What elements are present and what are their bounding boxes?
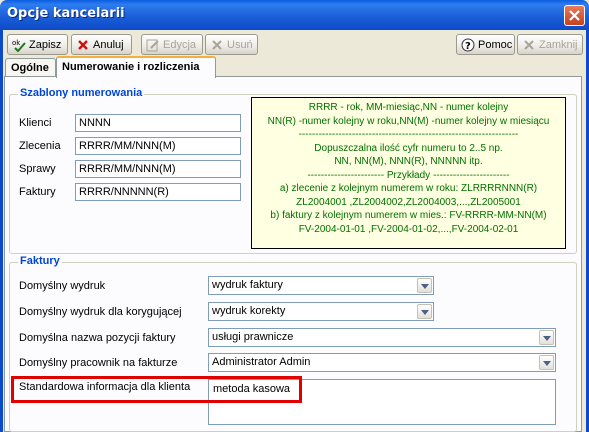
close-button[interactable]: Zamknij	[517, 34, 583, 55]
invoices-template-input[interactable]: RRRR/NNNNN(R)	[75, 183, 241, 201]
help-label: Pomoc	[478, 38, 513, 51]
delete-label: Usuń	[227, 38, 253, 51]
dropdown-button[interactable]	[417, 278, 432, 293]
default-print-select[interactable]: wydruk faktury	[208, 276, 434, 295]
cases-label: Sprawy	[19, 163, 56, 175]
employee-value: Administrator Admin	[212, 356, 311, 368]
chevron-down-icon	[421, 310, 429, 315]
help-line: ----------------------- Przykłady ------…	[307, 169, 510, 181]
window-title: Opcje kancelarii	[7, 6, 125, 21]
invoices-group-title: Faktury	[18, 255, 62, 267]
close-icon	[522, 38, 536, 52]
orders-template-input[interactable]: RRRR/MM/NNN(M)	[75, 137, 241, 155]
corrective-print-select[interactable]: wydruk korekty	[208, 302, 434, 321]
help-line: a) zlecenie z kolejnym numerem w roku: Z…	[279, 183, 538, 194]
corrective-print-label: Domyślny wydruk dla korygującej	[19, 306, 182, 318]
chevron-down-icon	[543, 336, 551, 341]
save-button[interactable]: ok Zapisz	[7, 34, 68, 55]
svg-text:ok: ok	[12, 39, 21, 47]
delete-icon	[210, 38, 224, 52]
save-icon: ok	[12, 38, 26, 52]
clients-template-input[interactable]: NNNN	[75, 114, 241, 132]
numbering-help-box: RRRR - rok, MM-miesiąc,NN - numer kolejn…	[251, 97, 566, 249]
cancel-icon	[76, 38, 90, 52]
invoices-label: Faktury	[19, 186, 56, 198]
window-close-button[interactable]	[564, 5, 585, 26]
tab-general[interactable]: Ogólne	[5, 58, 56, 78]
item-name-select[interactable]: usługi prawnicze	[208, 328, 556, 347]
help-line: ----------------------------------------…	[298, 129, 519, 140]
help-line: RRRR - rok, MM-miesiąc,NN - numer kolejn…	[308, 102, 509, 113]
help-line: b) faktury z kolejnym numerem w mies.: F…	[270, 210, 547, 221]
help-line: NN, NN(M), NNN(R), NNNNN itp.	[334, 156, 483, 167]
help-line: Dopuszczalna ilość cyfr numeru to 2..5 n…	[314, 142, 503, 154]
help-button[interactable]: ? Pomoc	[456, 34, 515, 55]
cancel-button[interactable]: Anuluj	[71, 34, 132, 55]
tab-numbering[interactable]: Numerowanie i rozliczenia	[56, 56, 216, 78]
corrective-print-value: wydruk korekty	[212, 305, 286, 317]
save-label: Zapisz	[29, 38, 62, 51]
delete-button[interactable]: Usuń	[205, 34, 258, 55]
dropdown-button[interactable]	[417, 304, 432, 319]
help-icon: ?	[461, 38, 475, 52]
orders-label: Zlecenia	[19, 140, 61, 152]
close-label: Zamknij	[539, 38, 578, 51]
help-line: FV-2004-01-01 ,FV-2004-01-02,...,FV-2004…	[298, 223, 519, 235]
help-line: NN(R) -numer kolejny w roku,NN(M) -numer…	[267, 115, 550, 127]
dropdown-button[interactable]	[539, 355, 554, 370]
window-frame-left	[0, 30, 3, 432]
options-window: Opcje kancelarii ok Zapisz Anuluj Edycja	[0, 0, 589, 432]
numbering-group-title: Szablony numerowania	[18, 87, 145, 99]
default-print-value: wydruk faktury	[212, 279, 283, 291]
title-bar[interactable]: Opcje kancelarii	[0, 0, 589, 30]
employee-label: Domyślny pracownik na fakturze	[19, 357, 178, 369]
clients-label: Klienci	[19, 117, 52, 129]
item-name-label: Domyślna nazwa pozycji faktury	[19, 332, 176, 344]
cases-template-input[interactable]: RRRR/MM/NNN(M)	[75, 160, 241, 178]
edit-label: Edycja	[163, 38, 197, 51]
chevron-down-icon	[421, 284, 429, 289]
default-print-label: Domyślny wydruk	[19, 280, 106, 292]
dropdown-button[interactable]	[539, 330, 554, 345]
employee-select[interactable]: Administrator Admin	[208, 353, 556, 372]
help-line: ZL2004001 ,ZL2004002,ZL2004003,...,ZL200…	[296, 196, 521, 208]
edit-icon	[146, 38, 160, 52]
edit-button[interactable]: Edycja	[141, 34, 203, 55]
close-icon	[569, 10, 580, 21]
svg-text:?: ?	[465, 41, 471, 52]
item-name-value: usługi prawnicze	[212, 331, 294, 343]
cancel-label: Anuluj	[93, 38, 124, 51]
chevron-down-icon	[543, 361, 551, 366]
highlight-box	[11, 376, 302, 403]
